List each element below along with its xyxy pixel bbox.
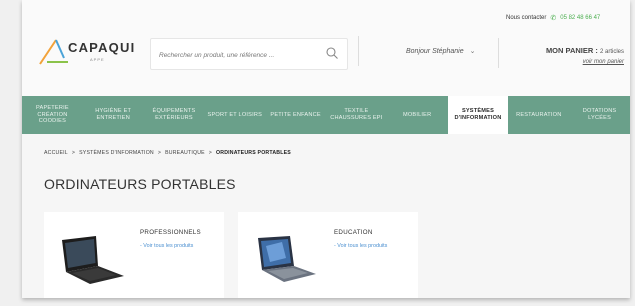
account-menu[interactable]: Bonjour Stéphanie ⌄ — [406, 47, 476, 56]
cart-summary[interactable]: MON PANIER : 2 articles — [546, 46, 624, 55]
laptop-image — [62, 236, 124, 284]
nav-item-systemes[interactable]: SYSTÈMES D'INFORMATION — [447, 96, 509, 134]
breadcrumb-separator: > — [208, 150, 213, 156]
main-nav: PAPETERIE CRÉATION COODIES HYGIÈNE ET EN… — [22, 96, 630, 134]
nav-item-papeterie[interactable]: PAPETERIE CRÉATION COODIES — [22, 96, 83, 134]
nav-item-restauration[interactable]: RESTAURATION — [508, 96, 569, 134]
breadcrumb-item[interactable]: SYSTÈMES D'INFORMATION — [79, 150, 154, 156]
chevron-down-icon: ⌄ — [469, 48, 476, 55]
category-card-education[interactable]: EDUCATION - Voir tous les produits — [238, 212, 418, 298]
nav-item-equipements[interactable]: ÉQUIPEMENTS EXTÉRIEURS — [144, 96, 205, 134]
logo-text: CAPAQUI — [68, 40, 136, 55]
breadcrumb-item[interactable]: BUREAUTIQUE — [165, 150, 205, 156]
breadcrumb-current: ORDINATEURS PORTABLES — [216, 150, 291, 156]
search-box — [150, 38, 348, 70]
breadcrumb: ACCUEIL > SYSTÈMES D'INFORMATION > BUREA… — [44, 150, 291, 156]
header: CAPAQUI APPE Bonjour Stéphanie ⌄ Nous co… — [22, 0, 630, 96]
nav-item-dotations[interactable]: DOTATIONS LYCÉES — [569, 96, 630, 134]
greeting-text: Bonjour Stéphanie — [406, 47, 464, 55]
nav-item-mobilier[interactable]: MOBILIER — [387, 96, 448, 134]
view-all-products-link[interactable]: - Voir tous les produits — [140, 243, 200, 250]
category-card-professionnels[interactable]: PROFESSIONNELS - Voir tous les produits — [44, 212, 224, 298]
logo-tagline: APPE — [90, 57, 105, 62]
search-input[interactable] — [157, 47, 321, 63]
nav-item-hygiene[interactable]: HYGIÈNE ET ENTRETIEN — [83, 96, 144, 134]
divider — [358, 36, 359, 66]
card-title: PROFESSIONNELS — [140, 229, 201, 236]
logo-mark-icon — [39, 39, 68, 65]
page: CAPAQUI APPE Bonjour Stéphanie ⌄ Nous co… — [22, 0, 630, 298]
cart-count: 2 articles — [599, 49, 624, 55]
contact-label: Nous contacter — [506, 15, 547, 21]
logo[interactable]: CAPAQUI APPE — [38, 36, 138, 68]
phone-icon: ✆ — [550, 15, 557, 22]
phone-number[interactable]: 05 82 48 66 47 — [560, 15, 600, 21]
nav-item-sport[interactable]: SPORT ET LOISIRS — [204, 96, 265, 134]
nav-item-textile[interactable]: TEXTILE CHAUSSURES EPI — [326, 96, 387, 134]
breadcrumb-item[interactable]: ACCUEIL — [44, 150, 68, 156]
page-title: ORDINATEURS PORTABLES — [44, 176, 236, 192]
view-all-products-link[interactable]: - Voir tous les produits — [334, 243, 394, 250]
view-cart-link[interactable]: voir mon panier — [583, 59, 624, 65]
cart-label: MON PANIER : — [545, 46, 598, 55]
breadcrumb-separator: > — [71, 150, 76, 156]
laptop-image — [258, 236, 316, 282]
search-icon[interactable] — [325, 46, 339, 60]
contact-link[interactable]: Nous contacter ✆ 05 82 48 66 47 — [506, 14, 600, 22]
card-title: EDUCATION — [334, 229, 373, 236]
nav-item-petite-enfance[interactable]: PETITE ENFANCE — [265, 96, 326, 134]
divider — [498, 38, 499, 68]
breadcrumb-separator: > — [157, 150, 162, 156]
